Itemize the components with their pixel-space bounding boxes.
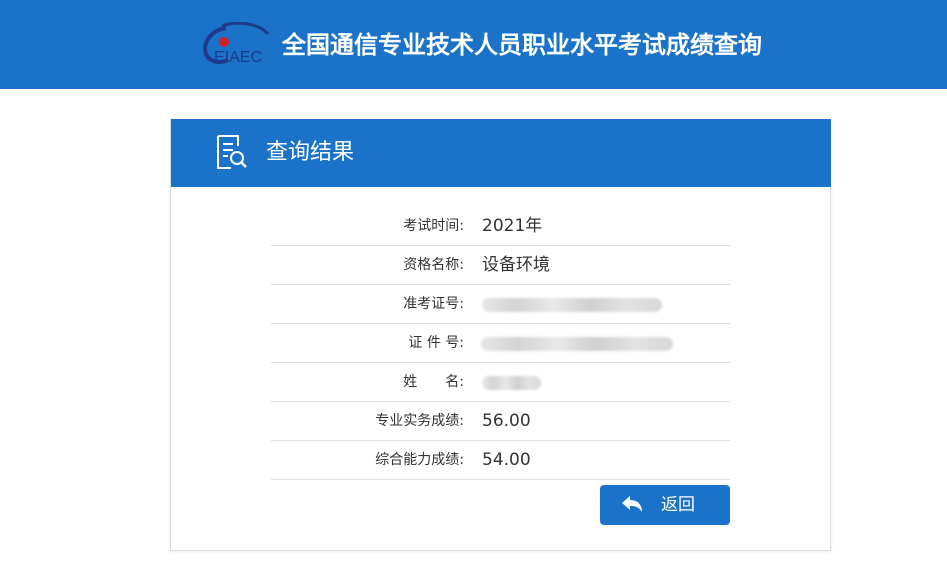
row-label: 专业实务成绩: <box>375 413 464 429</box>
row-value: 设备环境 <box>482 255 550 275</box>
eiaec-logo: EIAEC <box>203 22 270 66</box>
row-practice-score: 专业实务成绩: 56.00 <box>271 402 730 441</box>
back-button-label: 返回 <box>661 495 695 515</box>
redacted-value <box>482 376 541 390</box>
row-label: 证 件 号: <box>408 335 464 351</box>
row-name: 姓 名: <box>271 363 730 402</box>
row-value: 56.00 <box>482 411 531 431</box>
back-button[interactable]: 返回 <box>600 485 730 525</box>
row-qualification: 资格名称: 设备环境 <box>271 246 730 285</box>
redacted-value <box>482 298 662 312</box>
row-label: 准考证号: <box>403 296 464 312</box>
document-search-icon <box>217 135 247 169</box>
logo-text: EIAEC <box>214 49 262 66</box>
back-arrow-icon <box>622 496 642 512</box>
result-rows: 考试时间: 2021年 资格名称: 设备环境 准考证号: 证 件 号: 姓 名:… <box>271 207 730 480</box>
row-label: 综合能力成绩: <box>375 452 464 468</box>
row-id-number: 证 件 号: <box>271 324 730 363</box>
row-comprehensive-score: 综合能力成绩: 54.00 <box>271 441 730 480</box>
top-header-bar: EIAEC 全国通信专业技术人员职业水平考试成绩查询 <box>0 0 947 89</box>
panel-header: 查询结果 <box>171 119 831 187</box>
row-label: 姓 名: <box>403 374 464 390</box>
row-label: 考试时间: <box>403 218 464 234</box>
panel-title: 查询结果 <box>266 140 355 165</box>
row-exam-time: 考试时间: 2021年 <box>271 207 730 246</box>
row-value: 2021年 <box>482 216 543 236</box>
row-label: 资格名称: <box>403 257 464 273</box>
row-admission-number: 准考证号: <box>271 285 730 324</box>
row-value: 54.00 <box>482 450 531 470</box>
site-title: 全国通信专业技术人员职业水平考试成绩查询 <box>282 31 762 59</box>
redacted-value <box>481 337 673 351</box>
result-panel: 查询结果 考试时间: 2021年 资格名称: 设备环境 准考证号: 证 件 号:… <box>170 119 831 551</box>
